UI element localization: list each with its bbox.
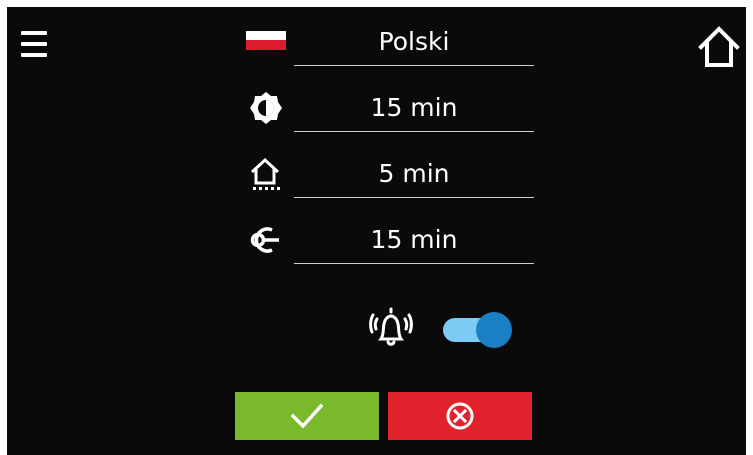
language-row: Polski — [233, 11, 543, 67]
cancel-x-circle-icon — [446, 402, 474, 430]
alarm-toggle[interactable] — [443, 312, 515, 348]
home-icon[interactable] — [695, 23, 743, 71]
hamburger-menu-icon[interactable] — [21, 27, 49, 63]
cancel-button[interactable] — [388, 392, 532, 440]
language-field[interactable]: Polski — [294, 19, 534, 66]
logout-key-icon — [235, 223, 289, 257]
language-flag-icon — [235, 25, 289, 59]
alarm-bell-icon — [367, 306, 415, 350]
confirm-button[interactable] — [235, 392, 379, 440]
checkmark-icon — [290, 403, 324, 429]
settings-screen: Polski 15 min 5 min 15 min — [7, 7, 746, 455]
brightness-timeout-row: 15 min — [233, 77, 543, 133]
home-timer-icon — [235, 157, 289, 191]
toggle-knob — [476, 312, 512, 348]
home-return-field[interactable]: 5 min — [294, 151, 534, 198]
logout-timeout-row: 15 min — [233, 209, 543, 265]
home-return-row: 5 min — [233, 143, 543, 199]
brightness-timeout-field[interactable]: 15 min — [294, 85, 534, 132]
logout-timeout-field[interactable]: 15 min — [294, 217, 534, 264]
brightness-icon — [235, 91, 289, 125]
